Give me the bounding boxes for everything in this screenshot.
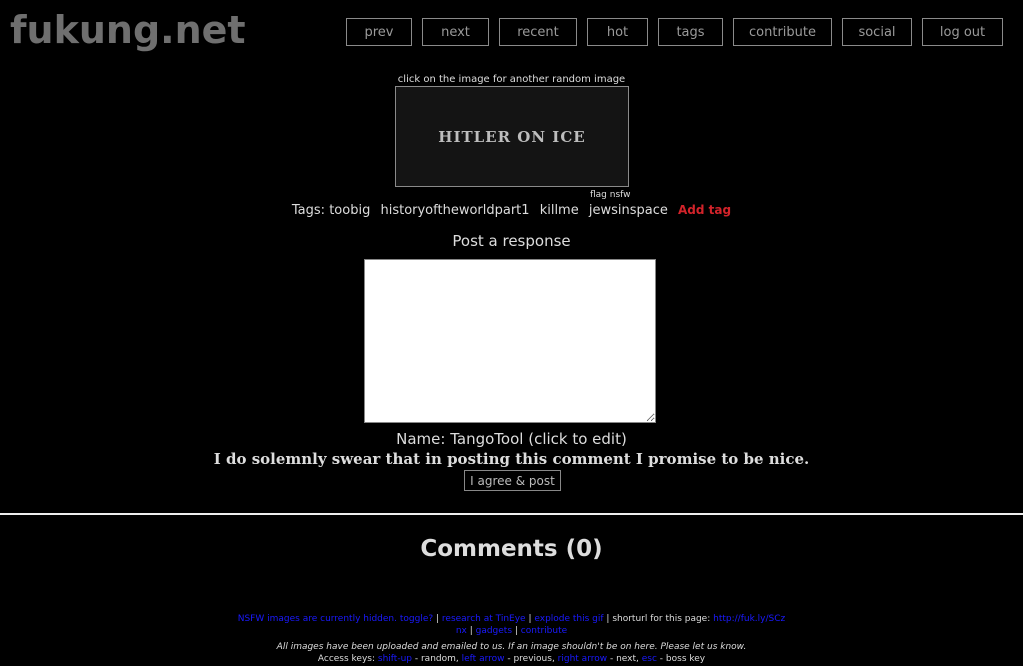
- swear-statement: I do solemnly swear that in posting this…: [213, 450, 810, 468]
- top-nav: prev next recent hot tags contribute soc…: [0, 18, 1023, 48]
- access-key-action: - next,: [607, 654, 642, 664]
- nav-next-button[interactable]: next: [422, 18, 489, 46]
- footer-links: NSFW images are currently hidden. toggle…: [0, 613, 1023, 637]
- tag-historyoftheworldpart1[interactable]: historyoftheworldpart1: [380, 203, 529, 218]
- nav-tags-button[interactable]: tags: [658, 18, 723, 46]
- nav-hot-button[interactable]: hot: [587, 18, 648, 46]
- page: fukung.net prev next recent hot tags con…: [0, 0, 1023, 666]
- tags-label: Tags:: [291, 203, 326, 218]
- name-label: Name:: [396, 430, 446, 448]
- access-key: left arrow: [461, 654, 505, 664]
- section-divider: [0, 513, 1023, 515]
- nav-contribute-button[interactable]: contribute: [733, 18, 832, 46]
- agree-and-post-button[interactable]: I agree & post: [464, 470, 561, 491]
- tag-list: Tags: toobig historyoftheworldpart1 kill…: [0, 203, 1023, 218]
- footer-note: All images have been uploaded and emaile…: [276, 642, 747, 652]
- access-key: right arrow: [557, 654, 608, 664]
- access-keys: Access keys: shift-up - random, left arr…: [0, 654, 1023, 664]
- nav-prev-button[interactable]: prev: [346, 18, 412, 46]
- access-keys-label: Access keys:: [317, 654, 376, 664]
- tag-toobig[interactable]: toobig: [329, 203, 370, 218]
- tag-killme[interactable]: killme: [540, 203, 579, 218]
- nav-social-button[interactable]: social: [842, 18, 912, 46]
- tag-jewsinspace[interactable]: jewsinspace: [589, 203, 668, 218]
- access-key-action: - boss key: [656, 654, 706, 664]
- footer-separator: |: [433, 614, 442, 624]
- flag-nsfw-link[interactable]: flag nsfw: [590, 190, 631, 200]
- access-key-action: - previous,: [504, 654, 558, 664]
- edit-name-link[interactable]: TangoTool (click to edit): [450, 430, 627, 448]
- footer-separator: |: [512, 626, 521, 636]
- access-key: esc: [641, 654, 657, 664]
- nav-logout-button[interactable]: log out: [922, 18, 1003, 46]
- shorturl-link-continued[interactable]: nx: [456, 626, 467, 636]
- random-image[interactable]: HITLER ON ICE: [395, 86, 629, 187]
- footer-separator: |: [466, 626, 476, 636]
- access-key-action: - random,: [412, 654, 462, 664]
- gadgets-link[interactable]: gadgets: [476, 626, 512, 636]
- access-key: shift-up: [377, 654, 413, 664]
- footer-separator: |: [603, 614, 613, 624]
- shorturl-label: shorturl for this page:: [612, 614, 711, 624]
- explode-gif-link[interactable]: explode this gif: [534, 614, 603, 624]
- random-image-hint: click on the image for another random im…: [397, 74, 626, 85]
- nsfw-toggle-link[interactable]: NSFW images are currently hidden. toggle…: [238, 614, 433, 624]
- add-tag-link[interactable]: Add tag: [678, 203, 731, 217]
- commenter-name-line: Name: TangoTool (click to edit): [0, 430, 1023, 448]
- tineye-research-link[interactable]: research at TinEye: [442, 614, 526, 624]
- comments-heading: Comments (0): [420, 536, 603, 562]
- footer-contribute-link[interactable]: contribute: [521, 626, 567, 636]
- nav-recent-button[interactable]: recent: [499, 18, 577, 46]
- shorturl-link[interactable]: http://fuk.ly/SCz: [713, 614, 785, 624]
- post-response-heading: Post a response: [452, 232, 571, 250]
- image-caption: HITLER ON ICE: [438, 127, 586, 146]
- response-textarea[interactable]: [364, 259, 656, 423]
